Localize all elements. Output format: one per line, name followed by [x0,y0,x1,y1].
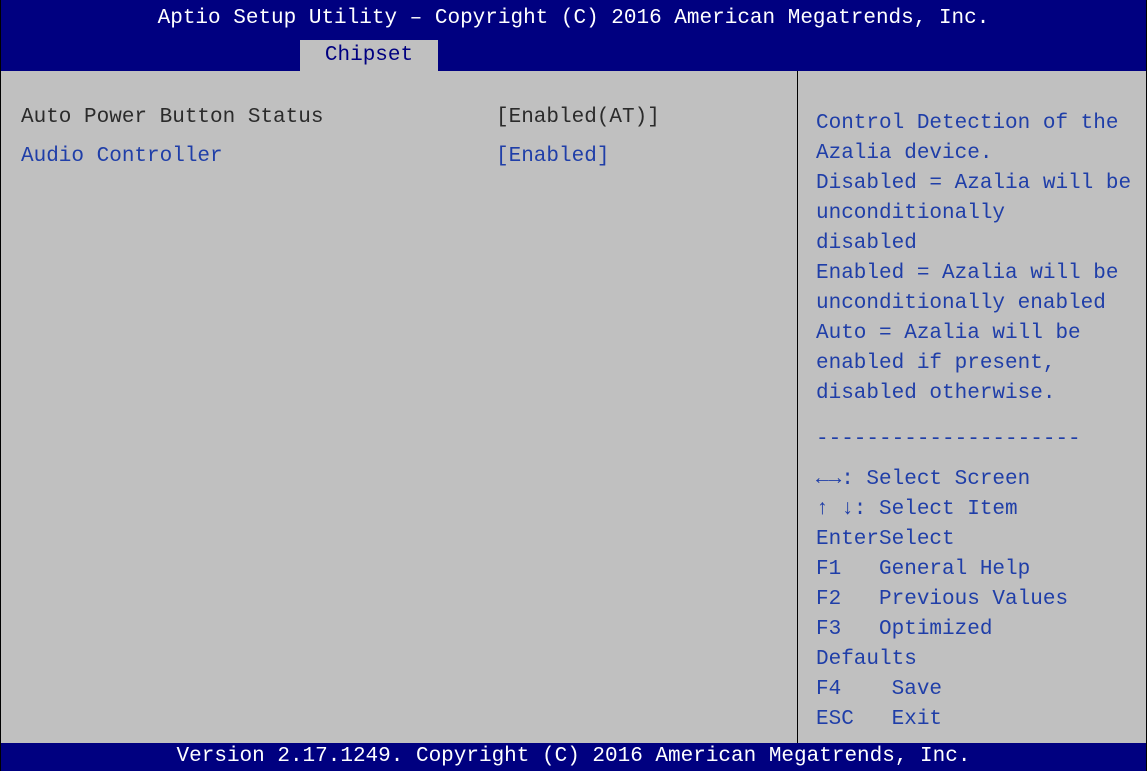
key-general-help: F1 General Help [816,558,1031,581]
setting-label: Auto Power Button Status [21,106,324,129]
help-line: Disabled = Azalia will be [816,172,1132,195]
help-line: Azalia device. [816,142,993,165]
header-bar: Aptio Setup Utility – Copyright (C) 2016… [1,0,1146,71]
panel-divider [797,71,798,743]
key-select-screen: ←→: Select Screen [816,468,1031,491]
setting-auto-power-button-status[interactable]: Auto Power Button Status [Enabled(AT)] [1,106,791,136]
help-line: Control Detection of the [816,112,1119,135]
setting-value[interactable]: [Enabled(AT)] [496,106,660,129]
setting-audio-controller[interactable]: Audio Controller [Enabled] [1,145,791,175]
help-separator: --------------------- [816,428,1081,451]
help-line: disabled otherwise. [816,382,1056,405]
key-defaults: Defaults [816,648,917,671]
bios-setup-screen: Aptio Setup Utility – Copyright (C) 2016… [0,0,1147,771]
version-text: Version 2.17.1249. Copyright (C) 2016 Am… [176,745,971,768]
help-line: Auto = Azalia will be [816,322,1081,345]
key-enter-select: EnterSelect [816,528,955,551]
footer-bar: Version 2.17.1249. Copyright (C) 2016 Am… [1,743,1146,771]
help-panel: Control Detection of the Azalia device. … [816,109,1146,409]
key-previous-values: F2 Previous Values [816,588,1069,611]
key-select-item: ↑ ↓: Select Item [816,498,1018,521]
setting-value[interactable]: [Enabled] [496,145,609,168]
key-save: F4 Save [816,678,943,701]
app-title: Aptio Setup Utility – Copyright (C) 2016… [157,7,990,30]
help-line: disabled [816,232,917,255]
setting-label: Audio Controller [21,145,223,168]
tab-chipset[interactable]: Chipset [300,40,438,71]
help-line: Enabled = Azalia will be [816,262,1119,285]
key-legend: ←→: Select Screen ↑ ↓: Select Item Enter… [816,465,1068,735]
key-exit: ESC Exit [816,708,943,731]
help-line: unconditionally enabled [816,292,1106,315]
help-text: Control Detection of the Azalia device. … [816,109,1146,409]
help-line: enabled if present, [816,352,1056,375]
key-optimized: F3 Optimized [816,618,993,641]
help-line: unconditionally [816,202,1006,225]
